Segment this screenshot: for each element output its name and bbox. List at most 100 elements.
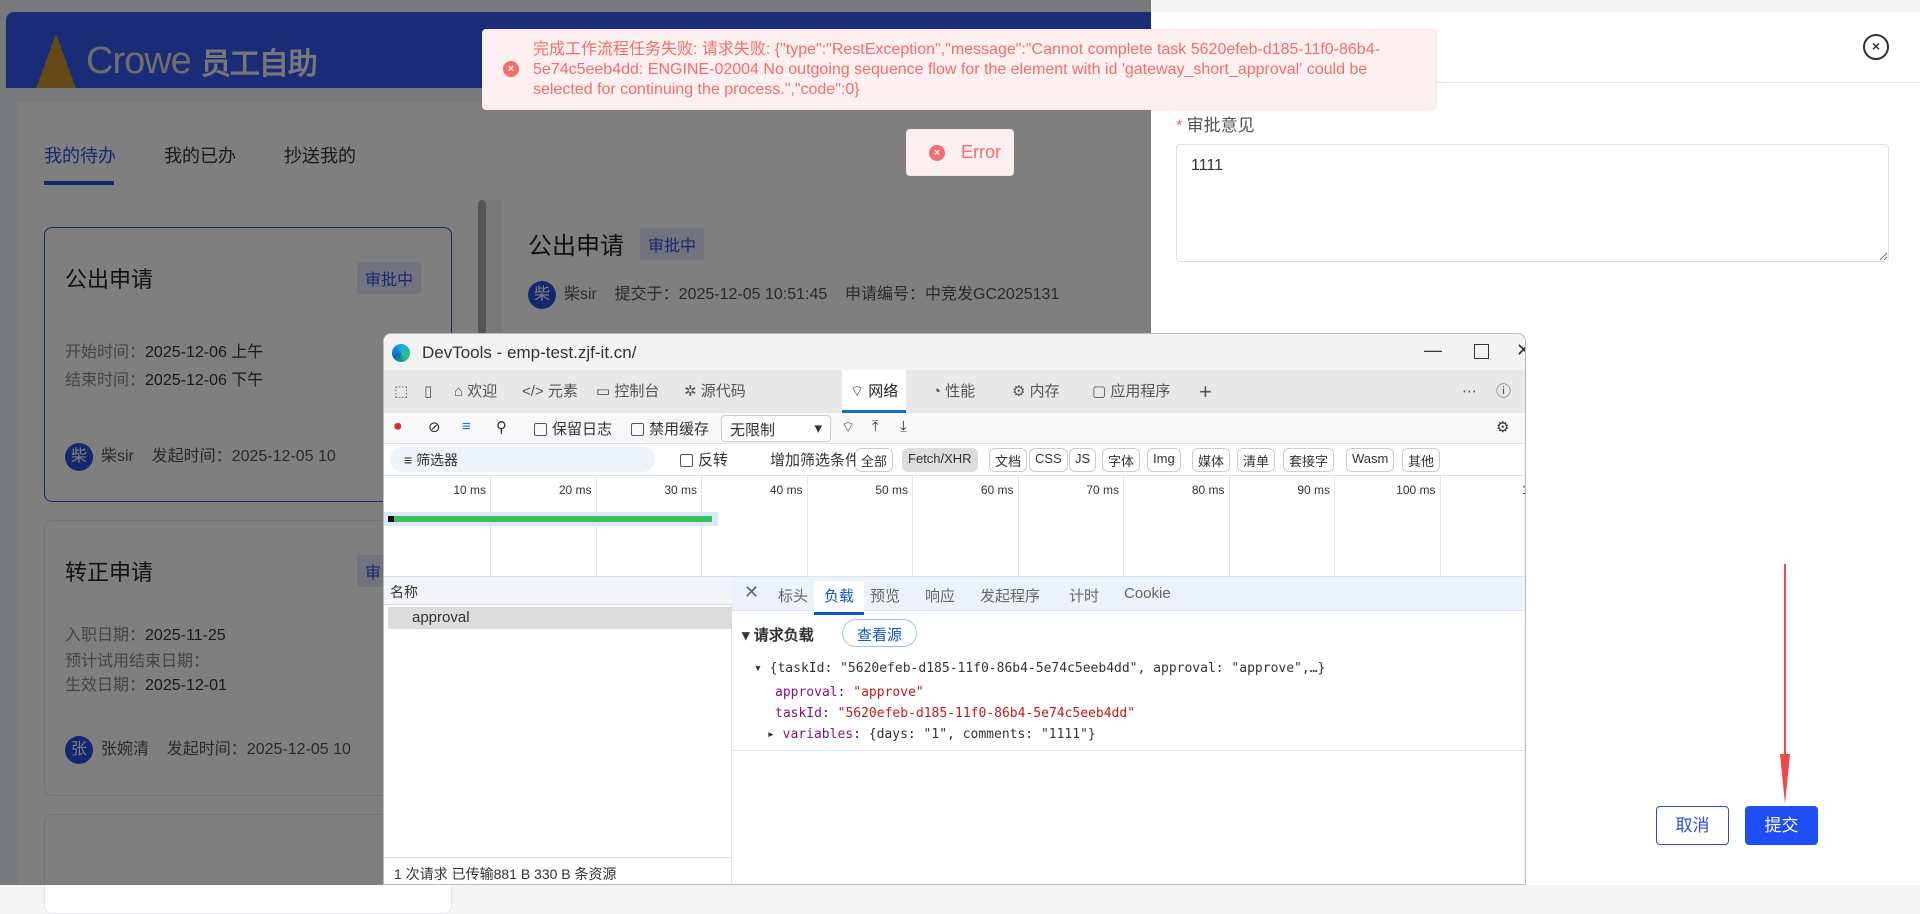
- filter-row: ≡ 筛选器 反转 增加筛选条件 ▾ 全部 Fetch/XHR 文档 CSS JS…: [384, 444, 1525, 476]
- payload-summary[interactable]: ▾ {taskId: "5620efeb-d185-11f0-86b4-5e74…: [754, 661, 1325, 676]
- tab-elements[interactable]: </> 元素: [522, 370, 578, 413]
- comment-label: * 审批意见: [1176, 116, 1255, 135]
- invert-checkbox[interactable]: 反转: [680, 449, 728, 470]
- minimize-icon[interactable]: —: [1424, 340, 1442, 361]
- error-text: 完成工作流程任务失败: 请求失败: {"type":"RestException…: [533, 41, 1380, 98]
- status-bar: 1 次请求 已传输881 B 330 B 条资源: [384, 857, 732, 884]
- filter-options-icon[interactable]: ≡: [462, 418, 471, 435]
- tab-sources[interactable]: ✲ 源代码: [684, 370, 746, 413]
- close-icon[interactable]: ×: [1863, 34, 1889, 60]
- payload-section-toggle[interactable]: ▾ 请求负载: [742, 624, 814, 645]
- filter-media[interactable]: 媒体: [1192, 448, 1231, 472]
- inspect-icon[interactable]: ⬚: [394, 370, 408, 413]
- tab-memory[interactable]: ⚙ 内存: [1012, 370, 1060, 413]
- devtools-titlebar: DevTools - emp-test.zjf-it.cn/ — ✕: [384, 334, 1525, 370]
- tab-cookie[interactable]: Cookie: [1124, 585, 1171, 602]
- request-list: 名称 approval 1 次请求 已传输881 B 330 B 条资源: [384, 577, 732, 884]
- timeline-gridline: [1334, 476, 1335, 576]
- devtools-tabs: ⬚ ▯ ⌂ 欢迎 </> 元素 ▭ 控制台 ✲ 源代码 ⌔ 网络 ◔ 性能 ⚙ …: [384, 370, 1525, 413]
- request-detail-tabs: ✕ 标头 负载 预览 响应 发起程序 计时 Cookie: [732, 577, 1525, 615]
- close-icon[interactable]: ✕: [1516, 340, 1525, 361]
- timeline-gridline: [912, 476, 913, 576]
- filter-input[interactable]: ≡ 筛选器: [390, 447, 655, 472]
- download-icon[interactable]: ⤓: [900, 418, 907, 435]
- maximize-icon[interactable]: [1474, 344, 1489, 359]
- preserve-log-checkbox[interactable]: 保留日志: [534, 418, 612, 439]
- upload-icon[interactable]: ⤒: [872, 418, 879, 435]
- timeline-gridline: [595, 476, 597, 576]
- payload-variables[interactable]: ▸ variables: {days: "1", comments: "1111…: [767, 727, 1096, 742]
- timeline-tick: 20 ms: [558, 483, 592, 497]
- help-icon[interactable]: ⓘ: [1496, 370, 1511, 413]
- timeline-tick: 40 ms: [769, 483, 803, 497]
- close-icon[interactable]: ✕: [744, 582, 759, 603]
- payload-panel: ▾ 请求负载 查看源 ▾ {taskId: "5620efeb-d185-11f…: [732, 611, 1525, 751]
- timeline-tick: 60 ms: [980, 483, 1014, 497]
- cancel-button[interactable]: 取消: [1656, 806, 1729, 845]
- search-icon[interactable]: ⚲: [496, 418, 507, 436]
- edge-icon: [392, 344, 410, 362]
- tab-response[interactable]: 响应: [925, 585, 955, 606]
- timeline-tick: 70 ms: [1086, 483, 1119, 497]
- devtools-window: DevTools - emp-test.zjf-it.cn/ — ✕ ⬚ ▯ ⌂…: [383, 333, 1526, 885]
- filter-all[interactable]: 全部: [855, 448, 894, 472]
- timeline-tick: 10 ms: [453, 483, 486, 497]
- timeline-gridline: [1228, 476, 1230, 576]
- error-message: × 完成工作流程任务失败: 请求失败: {"type":"RestExcepti…: [482, 29, 1437, 110]
- submit-button[interactable]: 提交: [1745, 806, 1818, 845]
- more-icon[interactable]: ⋯: [1462, 370, 1477, 413]
- network-toolbar: ⏺ ⊘ ≡ ⚲ 保留日志 禁用缓存 无限制 ▾ ⌔ ⤒ ⤓ ⚙: [384, 413, 1525, 444]
- filter-fetch-xhr[interactable]: Fetch/XHR: [902, 448, 978, 472]
- filter-js[interactable]: JS: [1069, 448, 1097, 472]
- filter-other[interactable]: 其他: [1402, 448, 1441, 472]
- settings-icon[interactable]: ⚙: [1496, 418, 1509, 436]
- filter-wasm[interactable]: Wasm: [1346, 448, 1395, 472]
- tab-headers[interactable]: 标头: [778, 585, 808, 606]
- timeline-tick: 80 ms: [1191, 483, 1225, 497]
- throttle-select[interactable]: 无限制 ▾: [721, 415, 831, 442]
- add-tab-icon[interactable]: +: [1199, 370, 1212, 413]
- filter-font[interactable]: 字体: [1102, 448, 1141, 472]
- timeline-tick: 90 ms: [1297, 483, 1330, 497]
- timeline-overview[interactable]: 10 ms 20 ms 30 ms 40 ms 50 ms 60 ms 70 ms 80 ms…: [384, 476, 1525, 577]
- tab-performance[interactable]: ◔ 性能: [932, 370, 975, 413]
- disable-cache-checkbox[interactable]: 禁用缓存: [631, 418, 709, 439]
- device-icon[interactable]: ▯: [424, 370, 432, 413]
- tab-timing[interactable]: 计时: [1069, 585, 1099, 606]
- request-row[interactable]: approval: [388, 607, 732, 629]
- payload-taskid: taskId: "5620efeb-d185-11f0-86b4-5e74c5e…: [775, 706, 1136, 721]
- request-bar: [388, 516, 712, 522]
- tab-console[interactable]: ▭ 控制台: [596, 370, 659, 413]
- tab-welcome[interactable]: ⌂ 欢迎: [454, 370, 497, 413]
- name-column-header[interactable]: 名称: [384, 577, 732, 605]
- filter-socket[interactable]: 套接字: [1283, 448, 1335, 472]
- timeline-gridline: [701, 476, 702, 576]
- tab-network[interactable]: ⌔ 网络: [842, 370, 907, 413]
- error-toast: × Error: [906, 129, 1014, 176]
- filter-manifest[interactable]: 清单: [1237, 448, 1276, 472]
- view-source-button[interactable]: 查看源: [842, 619, 918, 647]
- timeline-tick: 100 ms: [1396, 483, 1436, 497]
- tab-application[interactable]: ▢ 应用程序: [1092, 370, 1170, 413]
- timeline-tick: 50 ms: [875, 483, 908, 497]
- clear-icon[interactable]: ⊘: [428, 418, 441, 436]
- timeline-tick: 110: [1481, 483, 1525, 497]
- timeline-gridline: [490, 476, 491, 576]
- timeline-gridline: [1017, 476, 1019, 576]
- tab-payload[interactable]: 负载: [814, 581, 865, 615]
- filter-img[interactable]: Img: [1147, 448, 1181, 472]
- network-conditions-icon[interactable]: ⌔: [841, 418, 855, 437]
- filter-doc[interactable]: 文档: [989, 448, 1028, 472]
- tab-initiator[interactable]: 发起程序: [980, 585, 1040, 606]
- timeline-tick: 30 ms: [664, 483, 697, 497]
- timeline-gridline: [806, 476, 808, 576]
- payload-approval: approval: "approve": [775, 685, 924, 700]
- red-arrow-annotation: [1780, 564, 1790, 804]
- record-icon[interactable]: ⏺: [394, 418, 402, 435]
- comment-textarea[interactable]: 1111: [1176, 144, 1889, 262]
- timeline-gridline: [1439, 476, 1441, 576]
- filter-css[interactable]: CSS: [1029, 448, 1068, 472]
- timeline-gridline: [1123, 476, 1124, 576]
- requests-area: 名称 approval 1 次请求 已传输881 B 330 B 条资源 ✕ 标…: [384, 577, 1525, 884]
- tab-preview[interactable]: 预览: [870, 585, 900, 606]
